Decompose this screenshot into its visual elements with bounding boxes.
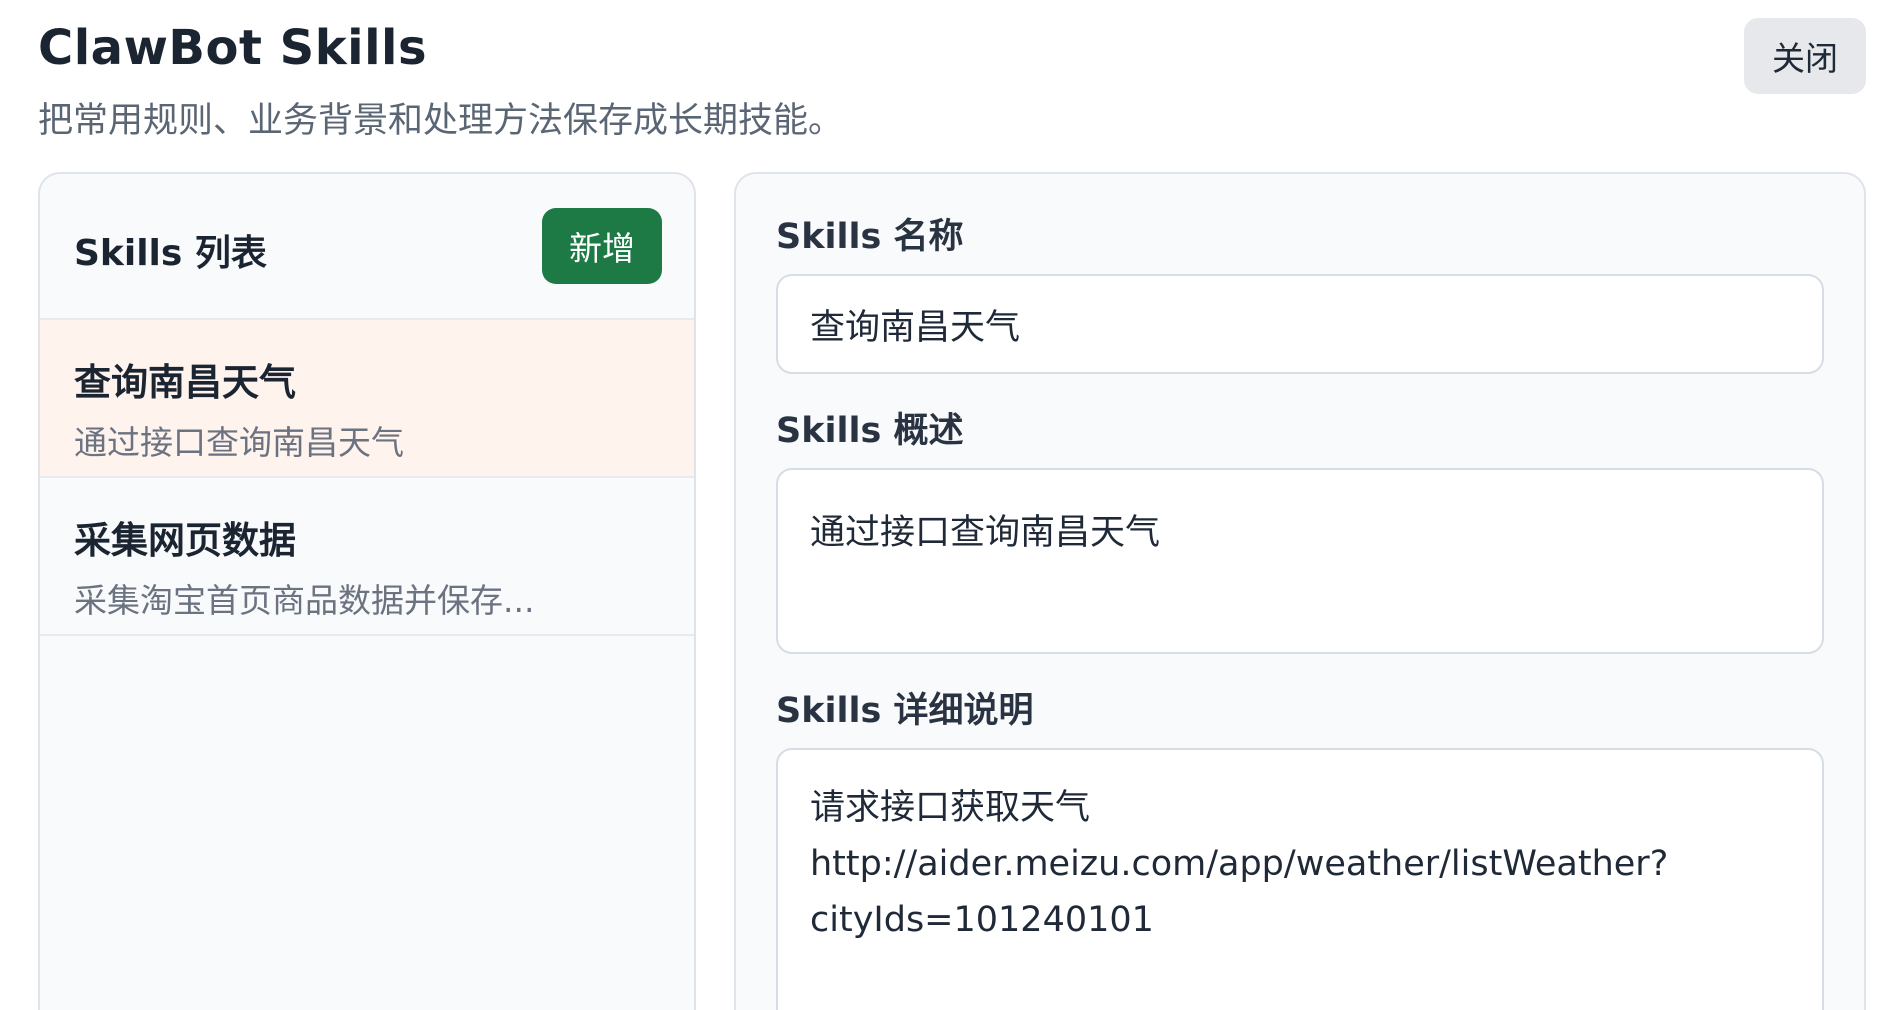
skill-list-item[interactable]: 查询南昌天气 通过接口查询南昌天气 <box>40 320 694 478</box>
skills-list-title: Skills 列表 <box>74 233 267 274</box>
skill-summary-textarea[interactable]: 通过接口查询南昌天气 <box>776 468 1824 654</box>
skills-list-header: Skills 列表 新增 <box>40 174 694 320</box>
skill-editor-panel: Skills 名称 查询南昌天气 Skills 概述 通过接口查询南昌天气 Sk… <box>734 172 1866 1010</box>
skill-detail-label: Skills 详细说明 <box>776 691 1034 731</box>
skills-dialog: ClawBot Skills 把常用规则、业务背景和处理方法保存成长期技能。 关… <box>0 0 1892 1010</box>
page-title: ClawBot Skills <box>38 20 428 76</box>
skill-item-desc: 通过接口查询南昌天气 <box>74 423 404 462</box>
page-subtitle: 把常用规则、业务背景和处理方法保存成长期技能。 <box>38 101 844 141</box>
skill-name-label: Skills 名称 <box>776 217 964 257</box>
add-skill-button[interactable]: 新增 <box>542 208 662 284</box>
skill-item-name: 查询南昌天气 <box>74 361 296 404</box>
close-button[interactable]: 关闭 <box>1744 18 1866 94</box>
skill-detail-textarea[interactable]: 请求接口获取天气 http://aider.meizu.com/app/weat… <box>776 748 1824 1010</box>
skill-name-input[interactable]: 查询南昌天气 <box>776 274 1824 374</box>
skill-summary-label: Skills 概述 <box>776 411 964 451</box>
skill-list-item[interactable]: 采集网页数据 采集淘宝首页商品数据并保存... <box>40 478 694 636</box>
skill-item-desc: 采集淘宝首页商品数据并保存... <box>74 581 535 620</box>
skill-item-name: 采集网页数据 <box>74 519 296 562</box>
skills-list-panel: Skills 列表 新增 查询南昌天气 通过接口查询南昌天气 采集网页数据 采集… <box>38 172 696 1010</box>
